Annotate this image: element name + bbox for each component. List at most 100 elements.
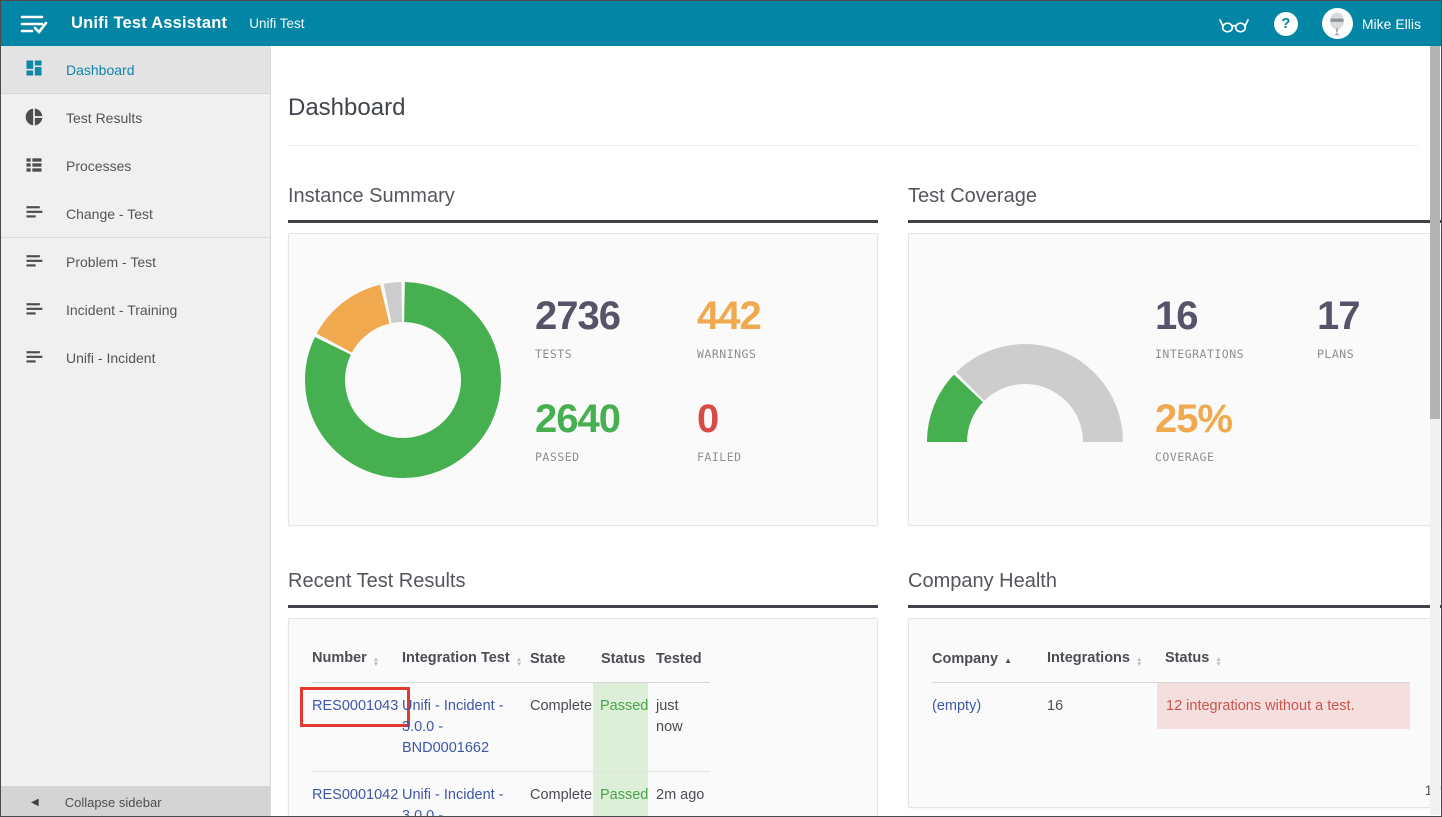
recent-test-results-table: Number▲▼ Integration Test▲▼ State Status… — [312, 625, 710, 817]
sidebar-item-label: Unifi - Incident — [66, 350, 155, 366]
column-header-state[interactable]: State — [530, 625, 593, 683]
test-coverage-chart — [925, 308, 1125, 452]
table-row: (empty) 16 12 integrations without a tes… — [932, 683, 1410, 730]
integrations-cell: 16 — [1047, 683, 1157, 730]
list-icon — [24, 155, 44, 178]
sort-icon: ▲▼ — [516, 657, 522, 667]
status-badge: Passed — [593, 683, 648, 772]
state-cell: Complete — [530, 683, 593, 772]
sidebar-item-test-results[interactable]: Test Results — [1, 94, 270, 142]
tested-cell: 2m ago — [648, 772, 710, 817]
sort-icon: ▲▼ — [1136, 657, 1142, 667]
stat-value: 17 — [1317, 296, 1441, 336]
table-row: RES0001043 Unifi - Incident - 3.0.0 - BN… — [312, 683, 710, 772]
sidebar-item-problem-test[interactable]: Problem - Test — [1, 238, 270, 286]
sidebar-item-label: Test Results — [66, 110, 142, 126]
column-header-tested[interactable]: Tested — [648, 625, 710, 683]
company-health-card: Company▲ Integrations▲▼ Status▲▼ (empty)… — [908, 618, 1441, 808]
help-icon[interactable]: ? — [1274, 12, 1298, 36]
user-name: Mike Ellis — [1362, 16, 1421, 32]
column-header-status[interactable]: Status▲▼ — [1157, 625, 1410, 683]
stat-plans: 17 PLANS — [1317, 296, 1441, 361]
avatar[interactable] — [1322, 8, 1353, 39]
test-coverage-title: Test Coverage — [908, 185, 1441, 223]
lines-icon — [24, 251, 44, 274]
instance-summary-title: Instance Summary — [288, 185, 878, 223]
app-title: Unifi Test Assistant — [71, 14, 227, 33]
result-number-link[interactable]: RES0001042 — [312, 787, 398, 803]
sidebar-item-label: Problem - Test — [66, 254, 156, 270]
sidebar-item-change-test[interactable]: Change - Test — [1, 190, 270, 238]
lines-icon — [24, 299, 44, 322]
sidebar-item-label: Change - Test — [66, 206, 153, 222]
stat-failed: 0 FAILED — [697, 399, 857, 464]
sort-asc-icon: ▲ — [1004, 656, 1012, 665]
stat-passed: 2640 PASSED — [535, 399, 697, 464]
sidebar-item-label: Incident - Training — [66, 302, 177, 318]
user-menu[interactable]: Mike Ellis — [1322, 8, 1421, 39]
test-coverage-gauge — [925, 342, 1125, 452]
recent-test-results-section: Recent Test Results Number▲▼ Integration… — [288, 570, 878, 817]
top-bar: Unifi Test Assistant Unifi Test ? — [1, 1, 1441, 46]
sidebar-item-unifi-incident[interactable]: Unifi - Incident — [1, 334, 270, 382]
sidebar-item-processes[interactable]: Processes — [1, 142, 270, 190]
stat-value: 442 — [697, 296, 857, 336]
stat-label: TESTS — [535, 347, 697, 361]
test-coverage-card: 16 INTEGRATIONS 17 PLANS 25% COVERAGE — [908, 233, 1441, 526]
topbar-actions: ? Mike Ellis — [1218, 8, 1421, 39]
instance-summary-stats: 2736 TESTS 442 WARNINGS 2640 PASSED — [535, 296, 857, 464]
environment-name: Unifi Test — [249, 16, 304, 31]
dashboard-icon — [24, 58, 44, 81]
stat-warnings: 442 WARNINGS — [697, 296, 857, 361]
scrollbar-thumb[interactable] — [1430, 46, 1440, 419]
stat-label: WARNINGS — [697, 347, 857, 361]
collapse-sidebar-label: Collapse sidebar — [65, 795, 162, 810]
column-header-company[interactable]: Company▲ — [932, 625, 1047, 683]
tested-cell: just now — [648, 683, 710, 772]
integration-test-link[interactable]: Unifi - Incident - 3.0.0 - BND0001662 — [402, 698, 504, 756]
column-header-status[interactable]: Status — [593, 625, 648, 683]
integration-test-link[interactable]: Unifi - Incident - 3.0.0 - — [402, 787, 504, 817]
title-divider — [288, 145, 1418, 146]
stat-label: INTEGRATIONS — [1155, 347, 1317, 361]
test-coverage-section: Test Coverage 16 INTEGRATIONS 17 — [908, 185, 1441, 526]
status-badge: Passed — [593, 772, 648, 817]
company-health-section: Company Health Company▲ Integrations▲▼ S… — [908, 570, 1441, 817]
column-header-integration-test[interactable]: Integration Test▲▼ — [402, 625, 530, 683]
app-window: Unifi Test Assistant Unifi Test ? — [0, 0, 1442, 817]
result-number-link[interactable]: RES0001043 — [312, 698, 398, 714]
company-link[interactable]: (empty) — [932, 698, 981, 714]
state-cell: Complete — [530, 772, 593, 817]
stat-value: 0 — [697, 399, 857, 439]
stat-tests: 2736 TESTS — [535, 296, 697, 361]
column-header-integrations[interactable]: Integrations▲▼ — [1047, 625, 1157, 683]
stat-label: COVERAGE — [1155, 450, 1317, 464]
sort-icon: ▲▼ — [1215, 657, 1221, 667]
stat-value: 25% — [1155, 399, 1317, 439]
menu-check-icon[interactable] — [19, 12, 49, 36]
stat-label: PASSED — [535, 450, 697, 464]
recent-test-results-card: Number▲▼ Integration Test▲▼ State Status… — [288, 618, 878, 817]
highlight-box: RES0001043 — [300, 687, 410, 727]
main-content: Dashboard Instance Summary 2736 TESTS — [271, 46, 1441, 817]
collapse-sidebar-button[interactable]: ◀ Collapse sidebar — [1, 786, 270, 817]
lines-icon — [24, 347, 44, 370]
sidebar-item-incident-training[interactable]: Incident - Training — [1, 286, 270, 334]
test-coverage-stats: 16 INTEGRATIONS 17 PLANS 25% COVERAGE — [1155, 296, 1441, 464]
lines-icon — [24, 202, 44, 225]
instance-summary-card: 2736 TESTS 442 WARNINGS 2640 PASSED — [288, 233, 878, 526]
stat-value: 2640 — [535, 399, 697, 439]
sidebar-item-label: Processes — [66, 158, 131, 174]
instance-summary-chart — [305, 282, 505, 478]
instance-summary-donut — [305, 282, 501, 478]
sidebar-item-dashboard[interactable]: Dashboard — [1, 46, 270, 94]
glasses-icon[interactable] — [1218, 14, 1250, 34]
sidebar: Dashboard Test Results Processes — [1, 46, 271, 817]
company-health-title: Company Health — [908, 570, 1441, 608]
stat-label: FAILED — [697, 450, 857, 464]
stat-label: PLANS — [1317, 347, 1441, 361]
stat-value: 2736 — [535, 296, 697, 336]
table-row: RES0001042 Unifi - Incident - 3.0.0 - Co… — [312, 772, 710, 817]
column-header-number[interactable]: Number▲▼ — [312, 625, 402, 683]
collapse-arrow-icon: ◀ — [31, 797, 39, 808]
